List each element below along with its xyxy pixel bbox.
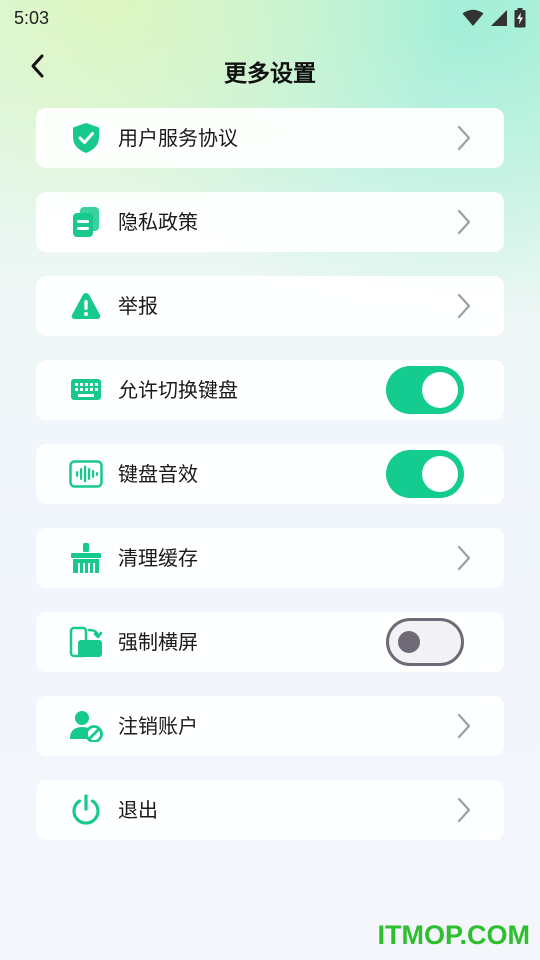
chevron-right-icon xyxy=(454,796,474,824)
toggle-knob xyxy=(422,372,458,408)
settings-item-label: 用户服务协议 xyxy=(118,126,238,150)
settings-item-label: 清理缓存 xyxy=(118,546,198,570)
chevron-right-icon xyxy=(454,712,474,740)
battery-charging-icon xyxy=(514,8,526,28)
force-landscape-toggle[interactable] xyxy=(386,618,464,666)
settings-item-delete-account[interactable]: 注销账户 xyxy=(36,696,504,756)
chevron-right-icon xyxy=(454,208,474,236)
page-title: 更多设置 xyxy=(224,61,316,87)
settings-item-user-agreement[interactable]: 用户服务协议 xyxy=(36,108,504,168)
chevron-right-icon xyxy=(454,544,474,572)
settings-item-privacy-policy[interactable]: 隐私政策 xyxy=(36,192,504,252)
chevron-right-icon xyxy=(454,292,474,320)
status-bar: 5:03 xyxy=(0,0,540,36)
settings-item-label: 退出 xyxy=(118,798,158,822)
shield-check-icon xyxy=(68,120,104,156)
watermark: ITMOP.COM xyxy=(377,920,530,950)
settings-item-clear-cache[interactable]: 清理缓存 xyxy=(36,528,504,588)
rotate-screen-icon xyxy=(68,624,104,660)
status-icons xyxy=(462,8,526,28)
brush-icon xyxy=(68,540,104,576)
power-icon xyxy=(68,792,104,828)
user-block-icon xyxy=(68,708,104,744)
settings-item-keyboard-sound: 键盘音效 xyxy=(36,444,504,504)
documents-icon xyxy=(68,204,104,240)
header: 更多设置 xyxy=(0,44,540,94)
settings-item-allow-switch-keyboard: 允许切换键盘 xyxy=(36,360,504,420)
allow-switch-keyboard-toggle[interactable] xyxy=(386,366,464,414)
settings-item-label: 强制横屏 xyxy=(118,630,198,654)
chevron-right-icon xyxy=(454,124,474,152)
keyboard-sound-toggle[interactable] xyxy=(386,450,464,498)
warning-icon xyxy=(68,288,104,324)
settings-item-label: 举报 xyxy=(118,294,158,318)
keyboard-icon xyxy=(68,372,104,408)
settings-item-logout[interactable]: 退出 xyxy=(36,780,504,840)
settings-item-label: 注销账户 xyxy=(118,714,198,738)
wifi-icon xyxy=(462,9,484,26)
settings-item-label: 允许切换键盘 xyxy=(118,378,238,402)
toggle-knob xyxy=(398,631,420,653)
signal-icon xyxy=(491,10,507,26)
sound-wave-icon xyxy=(68,456,104,492)
settings-item-force-landscape: 强制横屏 xyxy=(36,612,504,672)
toggle-knob xyxy=(422,456,458,492)
status-time: 5:03 xyxy=(14,7,50,28)
settings-item-label: 隐私政策 xyxy=(118,210,198,234)
settings-item-label: 键盘音效 xyxy=(118,462,198,486)
settings-item-report[interactable]: 举报 xyxy=(36,276,504,336)
